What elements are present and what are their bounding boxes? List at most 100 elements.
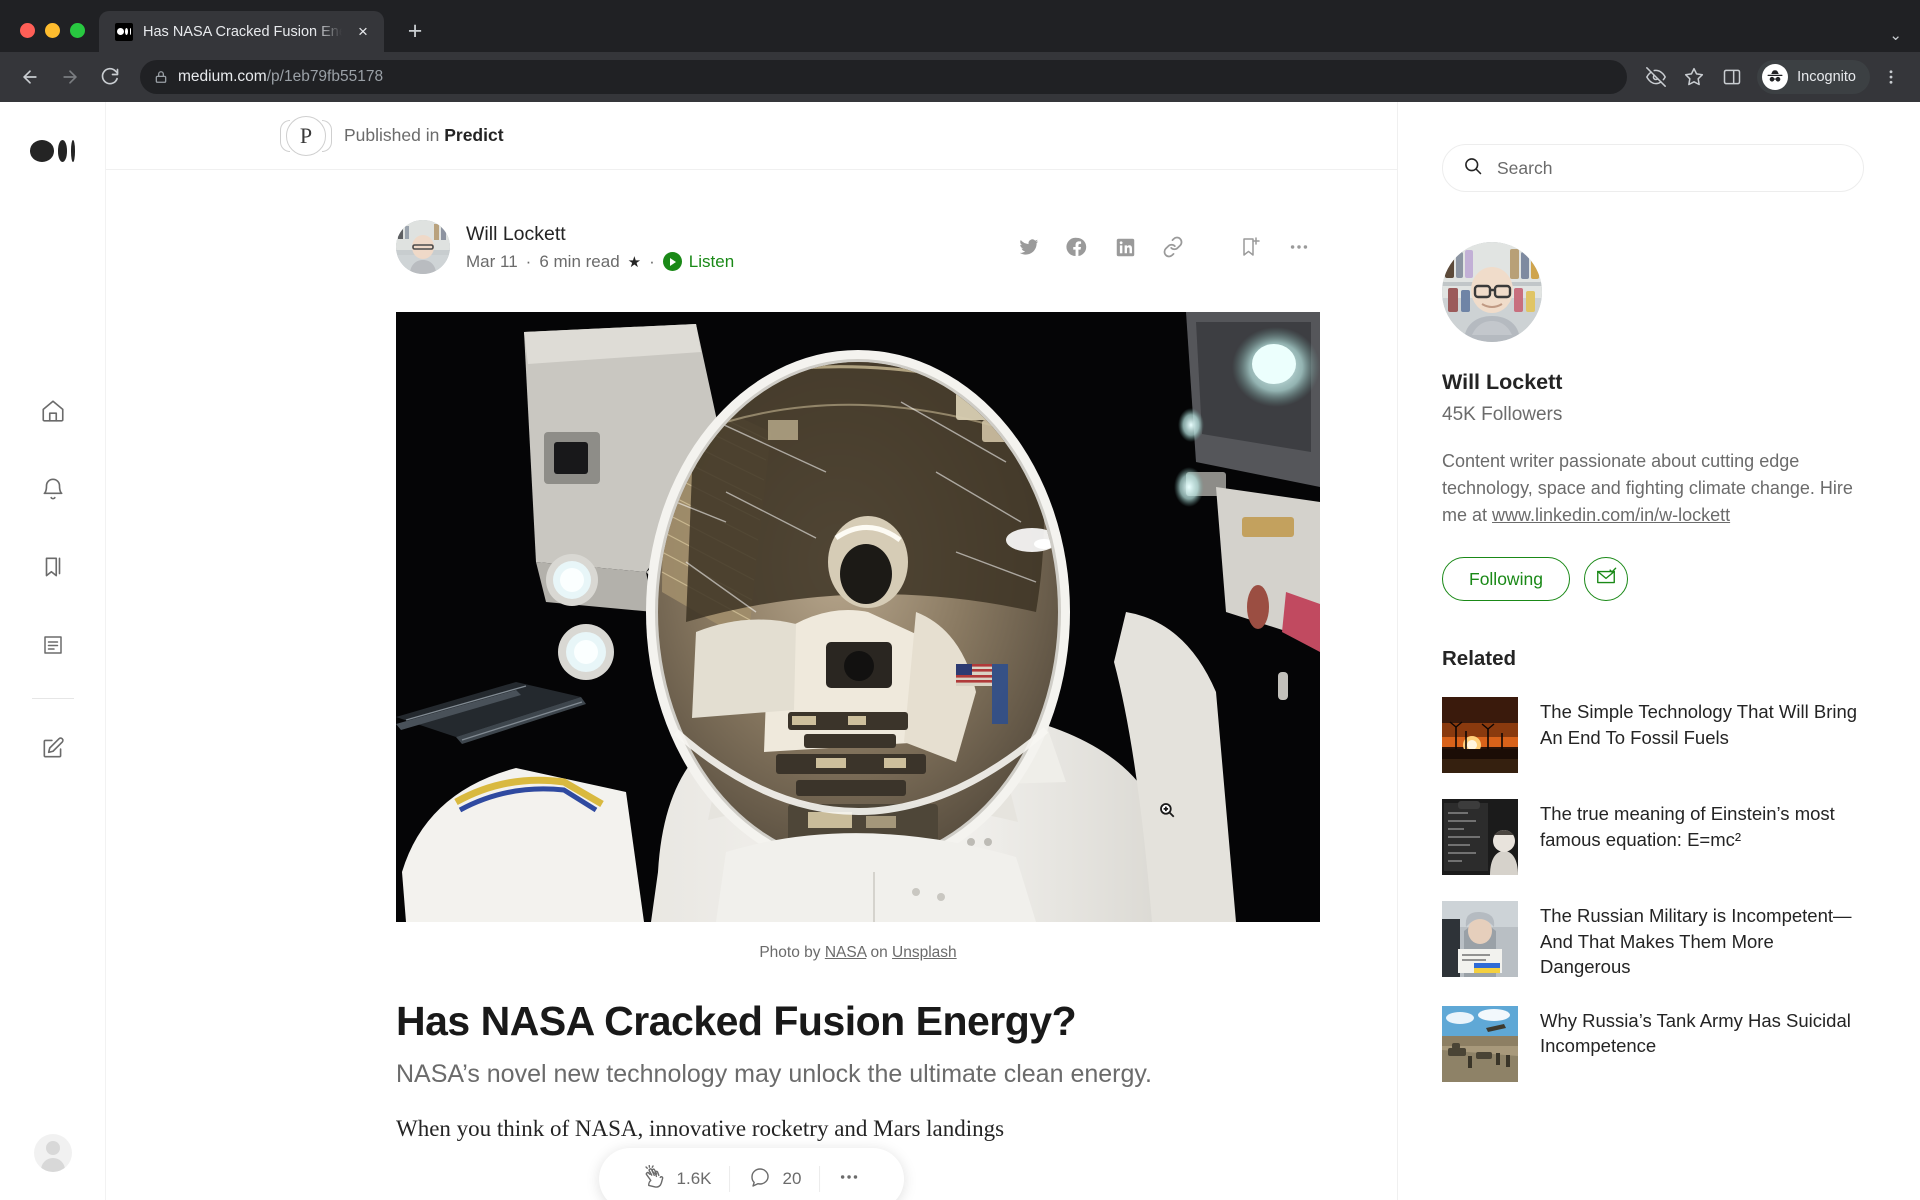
browser-toolbar: medium.com/p/1eb79fb55178 Incognito bbox=[0, 52, 1920, 102]
sidebar-author-name[interactable]: Will Lockett bbox=[1442, 370, 1864, 395]
list-item[interactable]: Why Russia’s Tank Army Has Suicidal Inco… bbox=[1442, 1005, 1864, 1082]
new-tab-button[interactable]: + bbox=[398, 14, 432, 48]
eye-off-icon[interactable] bbox=[1639, 60, 1673, 94]
sidebar-item-home[interactable] bbox=[27, 374, 79, 452]
clap-button[interactable]: 1.6K bbox=[625, 1164, 730, 1194]
url-path: /p/1eb79fb55178 bbox=[266, 68, 384, 85]
member-star-icon: ★ bbox=[627, 253, 642, 271]
search-box[interactable]: Search bbox=[1442, 144, 1864, 192]
hero-image[interactable] bbox=[396, 312, 1320, 922]
side-panel-icon[interactable] bbox=[1715, 60, 1749, 94]
article-body-text: When you think of NASA, innovative rocke… bbox=[396, 1116, 1005, 1142]
subscribe-email-button[interactable] bbox=[1583, 557, 1628, 601]
page-content: P Published in Predict Will Lockett Mar … bbox=[0, 102, 1920, 1200]
sidebar-item-stories[interactable] bbox=[27, 608, 79, 686]
play-icon bbox=[662, 252, 682, 271]
close-window-button[interactable] bbox=[20, 23, 35, 38]
tab-list-chevron-down-icon[interactable]: ⌄ bbox=[1889, 26, 1902, 44]
close-tab-button[interactable]: × bbox=[352, 21, 374, 43]
related-section-title: Related bbox=[1442, 647, 1517, 670]
list-item[interactable]: The Russian Military is Incompetent—And … bbox=[1442, 901, 1864, 980]
astronaut-spacewalk-photo bbox=[396, 312, 1320, 922]
read-time: 6 min read bbox=[539, 251, 620, 271]
url-domain: medium.com bbox=[178, 68, 267, 85]
comment-count: 20 bbox=[782, 1169, 802, 1188]
browser-window: Has NASA Cracked Fusion Ene × + ⌄ medium… bbox=[0, 0, 1920, 1200]
back-arrow-icon[interactable] bbox=[12, 59, 48, 95]
user-avatar[interactable] bbox=[33, 1134, 72, 1172]
list-item[interactable]: The Simple Technology That Will Bring An… bbox=[1442, 697, 1864, 773]
article-column: P Published in Predict Will Lockett Mar … bbox=[106, 102, 1398, 1200]
left-nav-rail bbox=[0, 102, 106, 1200]
sidebar-author-avatar[interactable] bbox=[1442, 242, 1542, 342]
author-bio: Content writer passionate about cutting … bbox=[1442, 448, 1874, 529]
reload-icon[interactable] bbox=[92, 59, 128, 95]
star-icon[interactable] bbox=[1677, 60, 1711, 94]
follower-count[interactable]: 45K Followers bbox=[1442, 404, 1864, 426]
author-name[interactable]: Will Lockett bbox=[466, 223, 992, 246]
bookmark-add-icon[interactable] bbox=[1230, 226, 1272, 268]
related-article-title: The Simple Technology That Will Bring An… bbox=[1540, 701, 1858, 748]
list-item[interactable]: The true meaning of Einstein’s most famo… bbox=[1442, 799, 1864, 875]
follow-actions: Following bbox=[1442, 557, 1864, 601]
incognito-icon bbox=[1762, 64, 1789, 90]
bio-link[interactable]: www.linkedin.com/in/w-lockett bbox=[1492, 505, 1730, 525]
sidebar-item-lists[interactable] bbox=[27, 530, 79, 608]
article-body: Will Lockett Mar 11 · 6 min read ★ · Lis… bbox=[106, 170, 1397, 1142]
bookmark-icon bbox=[40, 554, 66, 585]
related-article-title: The true meaning of Einstein’s most famo… bbox=[1540, 803, 1835, 850]
byline: Will Lockett Mar 11 · 6 min read ★ · Lis… bbox=[396, 220, 1320, 274]
publication-logo[interactable]: P bbox=[280, 115, 332, 156]
caption-mid: on bbox=[866, 944, 893, 961]
listen-button[interactable]: Listen bbox=[662, 251, 735, 272]
facebook-icon[interactable] bbox=[1056, 226, 1098, 268]
tab-strip: Has NASA Cracked Fusion Ene × + ⌄ bbox=[0, 0, 1920, 52]
caption-link-nasa[interactable]: NASA bbox=[825, 944, 866, 961]
incognito-profile-button[interactable]: Incognito bbox=[1757, 60, 1870, 94]
rail-icon-group bbox=[27, 374, 79, 789]
author-avatar[interactable] bbox=[396, 220, 450, 274]
incognito-label: Incognito bbox=[1797, 69, 1856, 85]
related-thumbnail bbox=[1442, 799, 1518, 875]
byline-meta: Will Lockett Mar 11 · 6 min read ★ · Lis… bbox=[466, 223, 992, 272]
caption-link-unsplash[interactable]: Unsplash bbox=[892, 944, 957, 961]
comment-button[interactable]: 20 bbox=[731, 1165, 820, 1194]
listen-label: Listen bbox=[688, 251, 735, 271]
byline-sub: Mar 11 · 6 min read ★ · Listen bbox=[466, 252, 992, 272]
more-horizontal-icon bbox=[838, 1166, 860, 1193]
clap-icon bbox=[643, 1164, 667, 1194]
tab-title: Has NASA Cracked Fusion Ene bbox=[143, 23, 342, 40]
rail-divider bbox=[31, 698, 74, 699]
lock-icon bbox=[154, 70, 168, 84]
browser-tab[interactable]: Has NASA Cracked Fusion Ene × bbox=[99, 11, 384, 52]
forward-arrow-icon[interactable] bbox=[52, 59, 88, 95]
search-icon bbox=[1463, 156, 1483, 181]
zoom-in-cursor-icon bbox=[1158, 801, 1176, 819]
address-bar[interactable]: medium.com/p/1eb79fb55178 bbox=[140, 60, 1628, 94]
maximize-window-button[interactable] bbox=[70, 23, 85, 38]
publish-date: Mar 11 bbox=[466, 251, 518, 271]
right-sidebar: Search Will Lockett 45K Followers Conten… bbox=[1398, 102, 1920, 1200]
sidebar-item-write[interactable] bbox=[27, 711, 79, 789]
byline-dot-2: · bbox=[649, 251, 655, 271]
medium-logo[interactable] bbox=[29, 138, 76, 164]
image-caption: Photo by NASA on Unsplash bbox=[396, 944, 1320, 962]
related-thumbnail bbox=[1442, 1005, 1518, 1082]
twitter-icon[interactable] bbox=[1008, 226, 1050, 268]
link-icon[interactable] bbox=[1152, 226, 1194, 268]
linkedin-icon[interactable] bbox=[1104, 226, 1146, 268]
document-icon bbox=[41, 633, 65, 662]
article-subtitle: NASA’s novel new technology may unlock t… bbox=[396, 1059, 1152, 1088]
related-thumbnail bbox=[1442, 901, 1518, 977]
related-thumbnail bbox=[1442, 697, 1518, 773]
publication-name[interactable]: Predict bbox=[444, 125, 503, 145]
publication-label: Published in Predict bbox=[344, 125, 504, 146]
more-horizontal-icon[interactable] bbox=[1278, 226, 1320, 268]
minimize-window-button[interactable] bbox=[45, 23, 60, 38]
three-dot-menu-icon[interactable] bbox=[1874, 60, 1908, 94]
floatbar-more-button[interactable] bbox=[820, 1166, 878, 1193]
sidebar-item-notifications[interactable] bbox=[27, 452, 79, 530]
window-controls bbox=[14, 23, 99, 52]
mail-check-icon bbox=[1595, 566, 1617, 593]
following-button[interactable]: Following bbox=[1442, 557, 1570, 601]
